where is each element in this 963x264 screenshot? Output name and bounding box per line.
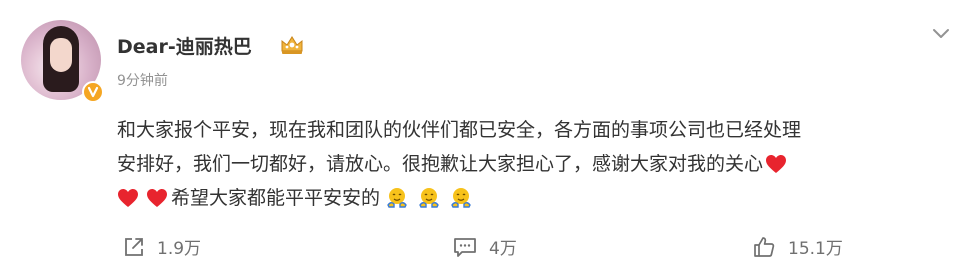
like-button[interactable]: 15.1万 [752, 234, 843, 259]
verified-badge-icon [82, 81, 104, 103]
post-action-bar: 1.9万 4万 15.1万 [0, 228, 963, 264]
repost-count: 1.9万 [157, 239, 202, 259]
chevron-down-icon[interactable] [930, 26, 952, 42]
like-count: 15.1万 [788, 239, 843, 259]
comment-button[interactable]: 4万 [453, 234, 517, 259]
post-content: 和大家报个平安，现在我和团队的伙伴们都已安全，各方面的事项公司也已经处理 安排好… [117, 113, 947, 215]
heart-emoji-icon [118, 189, 138, 207]
post-time[interactable]: 9分钟前 [117, 70, 168, 90]
repost-button[interactable]: 1.9万 [123, 234, 201, 259]
comment-count: 4万 [489, 239, 517, 259]
post-text: 希望大家都能平平安安的 [171, 187, 381, 209]
comment-icon [454, 237, 476, 257]
avatar[interactable] [21, 20, 104, 103]
repost-icon [125, 237, 143, 256]
hug-emoji-icon [451, 188, 471, 208]
heart-emoji-icon [766, 155, 787, 173]
author-name[interactable]: Dear-迪丽热巴 [117, 32, 252, 59]
thumbs-up-icon [754, 236, 775, 257]
post-text-line: 安排好，我们一切都好，请放心。很抱歉让大家担心了，感谢大家对我的关心 [117, 147, 947, 181]
post-text: 和大家报个平安，现在我和团队的伙伴们都已安全，各方面的事项公司也已经处理 [117, 119, 802, 141]
hug-emoji-icon [387, 188, 407, 208]
post-text-line: 和大家报个平安，现在我和团队的伙伴们都已安全，各方面的事项公司也已经处理 [117, 113, 947, 147]
post-text-line: 希望大家都能平平安安的 [117, 181, 947, 215]
crown-badge-icon[interactable] [279, 34, 305, 56]
post-text: 安排好，我们一切都好，请放心。很抱歉让大家担心了，感谢大家对我的关心 [117, 153, 764, 175]
heart-emoji-icon [147, 189, 167, 207]
hug-emoji-icon [419, 188, 439, 208]
